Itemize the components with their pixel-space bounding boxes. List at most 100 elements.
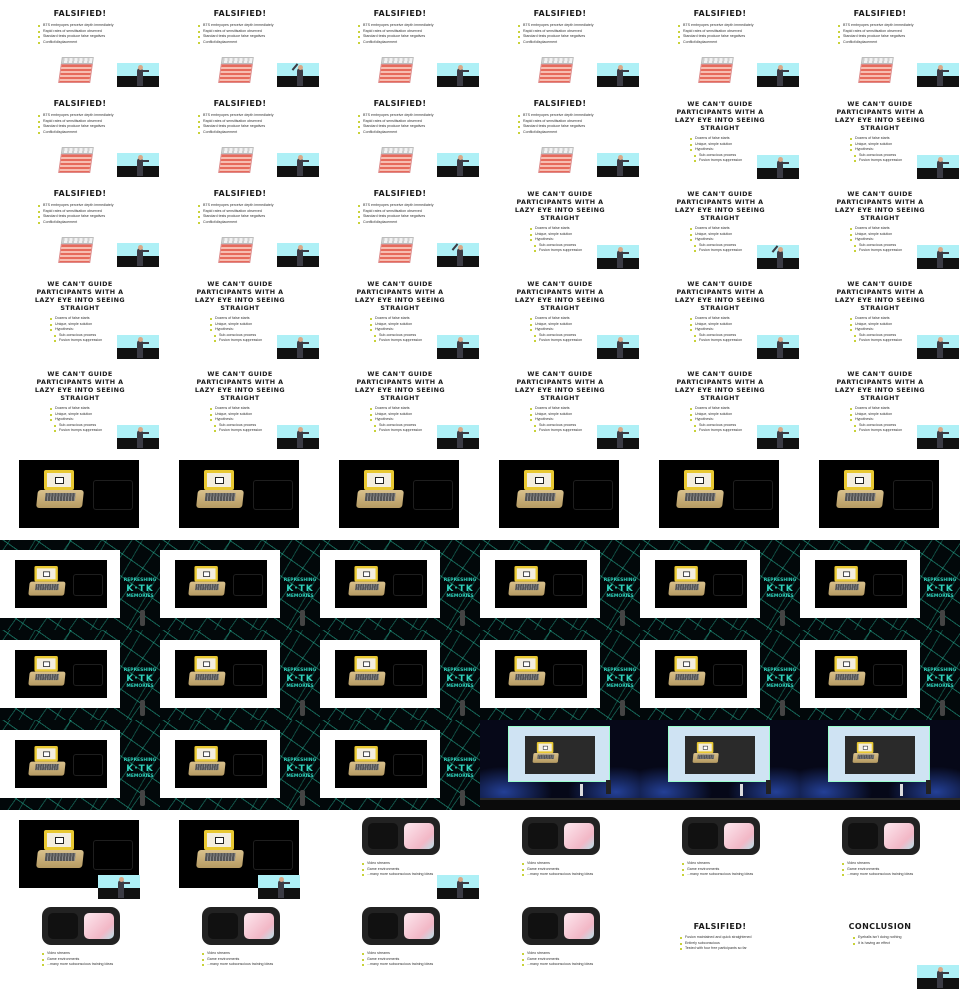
slide-thumbnail[interactable] [640,720,800,810]
slide-thumbnail[interactable]: Video streams Game environments ...many mo… [160,900,320,990]
slide-thumbnail[interactable]: REPRESHING K·TK MEMORIES [160,630,320,720]
slide-thumbnail[interactable]: REPRESHING K·TK MEMORIES [800,540,960,630]
slide-thumbnail[interactable]: REPRESHING K·TK MEMORIES [0,720,160,810]
slide-thumbnail[interactable]: FALSIFIED! BTS embryopes perceive depth i… [160,0,320,90]
slide-thumbnail[interactable]: REPRESHING K·TK MEMORIES [640,540,800,630]
slide-thumbnail[interactable]: FALSIFIED! BTS embryopes perceive depth i… [480,0,640,90]
laptop-screen [194,746,218,762]
slide-thumbnail[interactable]: Video streams Game environments ...many mo… [480,810,640,900]
slide-thumbnail[interactable]: Video streams Game environments ...many mo… [320,900,480,990]
slide-thumbnail[interactable]: FALSIFIED! BTS embryopes perceive depth i… [160,180,320,270]
slide-thumbnail[interactable]: REPRESHING K·TK MEMORIES [0,630,160,720]
slide-thumbnail[interactable]: WE CAN'T GUIDE PARTICIPANTS WITH A LAZY … [800,270,960,360]
bullet-item: Conflict/displacement [38,40,114,46]
bullet-item: Conflict/displacement [38,130,114,136]
slide-thumbnail[interactable]: WE CAN'T GUIDE PARTICIPANTS WITH A LAZY … [640,360,800,450]
slide-thumbnail[interactable]: WE CAN'T GUIDE PARTICIPANTS WITH A LAZY … [640,90,800,180]
bullet-item: ...many more subconscious training ideas [362,962,433,968]
slide-thumbnail[interactable] [480,720,640,810]
presenter-inset [597,245,639,269]
laptop-screen [354,566,378,582]
slide-thumbnail[interactable]: FALSIFIED! BTS embryopes perceive depth i… [480,90,640,180]
presenter-inset [437,153,479,177]
depth-cube-graphic [218,147,254,173]
slide-thumbnail[interactable] [480,450,640,540]
speaker-figure [460,790,465,806]
laptop-screen-content [203,571,211,577]
slide-thumbnail[interactable] [160,450,320,540]
white-frame [0,550,120,618]
slide-thumbnail[interactable]: FALSIFIED! BTS embryopes perceive depth i… [320,0,480,90]
slide-thumbnail[interactable]: WE CAN'T GUIDE PARTICIPANTS WITH A LAZY … [320,360,480,450]
slide-title: WE CAN'T GUIDE PARTICIPANTS WITH A LAZY … [674,370,766,402]
slide-thumbnail[interactable] [640,450,800,540]
bullet-list: Dozens of false starts Unique, simple sol… [530,406,582,434]
slide-thumbnail[interactable]: REPRESHING K·TK MEMORIES [0,540,160,630]
laptop-screen-content [683,571,691,577]
slide-thumbnail[interactable]: FALSIFIED! BTS embryopes perceive depth i… [160,90,320,180]
slide-thumbnail[interactable]: Video streams Game environments ...many mo… [640,810,800,900]
speaker-figure [140,790,145,806]
bullet-item: Conflict/displacement [678,40,754,46]
depth-cube-graphic [698,57,734,83]
slide-thumbnail[interactable]: Video streams Game environments ...many mo… [320,810,480,900]
slide-thumbnail[interactable]: Video streams Game environments ...many mo… [0,900,160,990]
slide-thumbnail[interactable]: REPRESHING K·TK MEMORIES [160,720,320,810]
slide-thumbnail[interactable]: REPRESHING K·TK MEMORIES [320,720,480,810]
slide-thumbnail[interactable]: WE CAN'T GUIDE PARTICIPANTS WITH A LAZY … [0,270,160,360]
slide-thumbnail[interactable]: REPRESHING K·TK MEMORIES [480,630,640,720]
slide-thumbnail[interactable]: WE CAN'T GUIDE PARTICIPANTS WITH A LAZY … [160,270,320,360]
goggles-right-lens [84,913,114,939]
slide-thumbnail[interactable]: CONCLUSION Eyeballs isn't doing nothing It… [800,900,960,990]
presenter-arm [781,70,789,72]
laptop-keyboard [857,754,875,760]
slide-thumbnail[interactable]: WE CAN'T GUIDE PARTICIPANTS WITH A LAZY … [480,360,640,450]
slide-thumbnail[interactable]: WE CAN'T GUIDE PARTICIPANTS WITH A LAZY … [480,270,640,360]
speaker-figure [300,790,305,806]
laptop-keyboard [355,763,380,771]
slide-thumbnail[interactable]: FALSIFIED! BTS embryopes perceive depth i… [800,0,960,90]
presenter-arm [461,432,469,434]
slide-thumbnail[interactable]: WE CAN'T GUIDE PARTICIPANTS WITH A LAZY … [0,360,160,450]
slide-thumbnail[interactable]: WE CAN'T GUIDE PARTICIPANTS WITH A LAZY … [800,90,960,180]
slide-thumbnail[interactable] [160,810,320,900]
slide-thumbnail[interactable]: FALSIFIED! BTS embryopes perceive depth i… [0,0,160,90]
slide-thumbnail[interactable]: FALSIFIED! BTS embryopes perceive depth i… [0,90,160,180]
laptop-base [508,671,546,686]
event-logo: REPRESHING K·TK MEMORIES [601,578,639,600]
slide-thumbnail[interactable]: Video streams Game environments ...many mo… [800,810,960,900]
slide-thumbnail[interactable] [800,450,960,540]
slide-thumbnail[interactable]: REPRESHING K·TK MEMORIES [640,630,800,720]
slide-thumbnail[interactable]: WE CAN'T GUIDE PARTICIPANTS WITH A LAZY … [160,360,320,450]
slide-thumbnail[interactable]: WE CAN'T GUIDE PARTICIPANTS WITH A LAZY … [480,180,640,270]
bullet-item: Conflict/displacement [38,220,114,226]
slide-thumbnail[interactable]: FALSIFIED! BTS embryopes perceive depth i… [0,180,160,270]
bullet-list: BTS embryopes perceive depth immediately… [198,113,274,135]
logo-bottom: MEMORIES [766,594,794,599]
slide-thumbnail[interactable]: REPRESHING K·TK MEMORIES [320,540,480,630]
video-frame [339,460,459,528]
presenter-arm [941,972,949,974]
slide-thumbnail[interactable]: REPRESHING K·TK MEMORIES [480,540,640,630]
video-frame [819,460,939,528]
slide-thumbnail[interactable]: FALSIFIED! Fusion maintained and quick st… [640,900,800,990]
slide-thumbnail[interactable]: WE CAN'T GUIDE PARTICIPANTS WITH A LAZY … [320,270,480,360]
slide-thumbnail[interactable]: Video streams Game environments ...many mo… [480,900,640,990]
slide-thumbnail[interactable]: REPRESHING K·TK MEMORIES [800,630,960,720]
slide-thumbnail[interactable] [0,450,160,540]
slide-thumbnail[interactable]: WE CAN'T GUIDE PARTICIPANTS WITH A LAZY … [800,360,960,450]
slide-thumbnail[interactable]: REPRESHING K·TK MEMORIES [320,630,480,720]
slide-thumbnail[interactable]: REPRESHING K·TK MEMORIES [160,540,320,630]
slide-thumbnail[interactable]: FALSIFIED! BTS embryopes perceive depth i… [320,180,480,270]
slide-thumbnail[interactable] [320,450,480,540]
slide-thumbnail[interactable]: WE CAN'T GUIDE PARTICIPANTS WITH A LAZY … [800,180,960,270]
slide-thumbnail[interactable]: FALSIFIED! BTS embryopes perceive depth i… [320,90,480,180]
slide-thumbnail[interactable] [0,810,160,900]
slide-thumbnail[interactable]: FALSIFIED! BTS embryopes perceive depth i… [640,0,800,90]
slide-thumbnail[interactable]: WE CAN'T GUIDE PARTICIPANTS WITH A LAZY … [640,270,800,360]
slide-thumbnail[interactable]: WE CAN'T GUIDE PARTICIPANTS WITH A LAZY … [640,180,800,270]
slide-thumbnail[interactable] [800,720,960,810]
sub-bullet-item: Fusion trumps suppression [694,338,742,344]
presenter-arm [621,252,629,254]
cube-top [220,237,254,244]
